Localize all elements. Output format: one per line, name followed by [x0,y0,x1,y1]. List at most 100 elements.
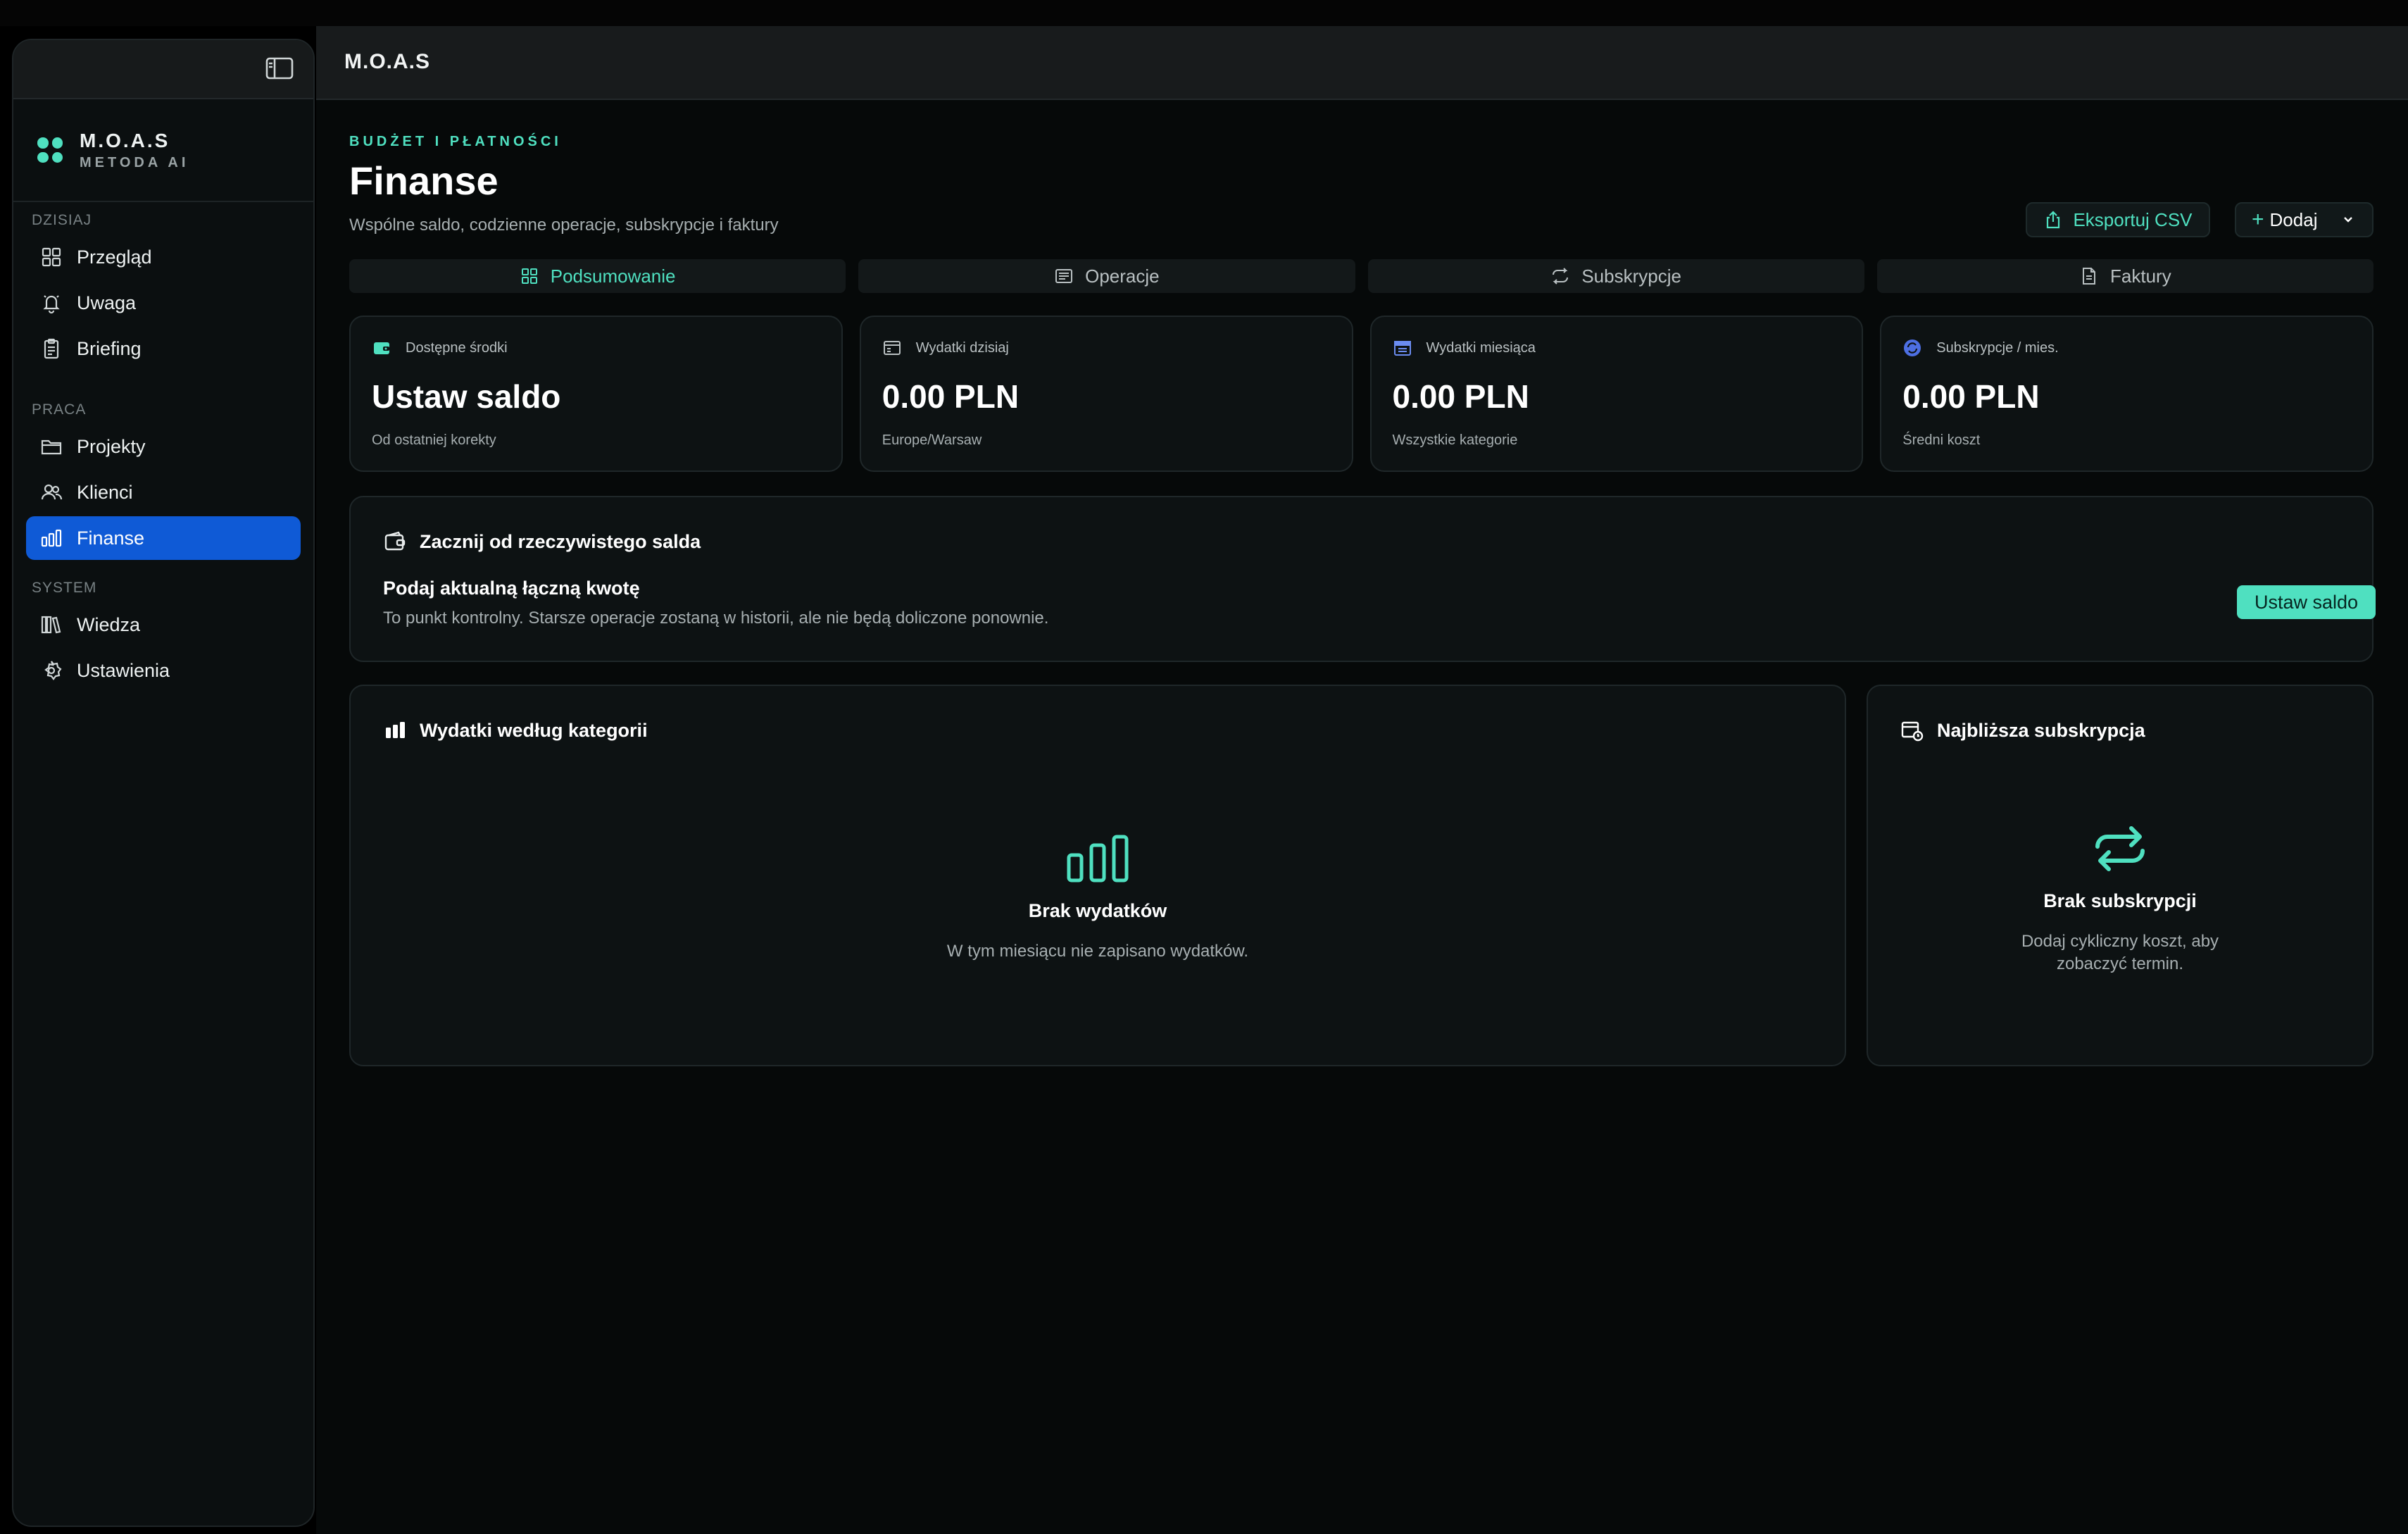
empty-title: Brak subskrypcji [2043,890,2197,911]
page-title: Finanse [349,158,498,203]
empty-text-line: zobaczyć termin. [2056,954,2184,973]
library-icon [41,616,61,634]
grid-icon [521,268,537,284]
empty-text-line: Dodaj cykliczny koszt, aby [2021,932,2219,951]
sidebar-item-finanse[interactable]: Finanse [26,516,301,560]
wallet-icon [374,342,389,354]
sidebar-toggle-button[interactable] [264,53,295,84]
bar-chart-icon [386,722,405,738]
sidebar-item-label: Projekty [77,435,146,457]
stat-label: Wydatki dzisiaj [915,339,1009,356]
stat-card-subscriptions[interactable]: Subskrypcje / mies. 0.00 PLN Średni kosz… [1880,316,2373,472]
page-subtitle: Wspólne saldo, codzienne operacje, subsk… [349,216,779,235]
panel-title: Najbliższa subskrypcja [1937,719,2145,741]
sidebar-item-ustawienia[interactable]: Ustawienia [26,649,301,692]
empty-text: W tym miesiącu nie zapisano wydatków. [946,942,1249,961]
plus-icon: + [2252,208,2264,231]
tab-subskrypcje[interactable]: Subskrypcje [1367,259,1864,293]
chevron-down-icon [2344,217,2353,223]
stat-value: 0.00 PLN [882,378,1020,415]
grid-icon [42,247,61,267]
stat-card-balance[interactable]: Dostępne środki Ustaw saldo Od ostatniej… [349,316,843,472]
sidebar-item-przeglad[interactable]: Przegląd [26,235,301,279]
users-icon [41,484,63,500]
callout-text: To punkt kontrolny. Starsze operacje zos… [383,609,1049,628]
sidebar-top-bar [13,40,313,99]
stat-label: Dostępne środki [406,339,508,356]
stats-row: Dostępne środki Ustaw saldo Od ostatniej… [349,316,2373,472]
add-button[interactable]: + Dodaj [2235,202,2373,237]
stat-caption: Europe/Warsaw [882,432,982,448]
sidebar-item-label: Wiedza [77,613,141,635]
sidebar-item-label: Klienci [77,481,133,503]
refresh-icon [1904,339,1921,356]
sidebar-item-label: Ustawienia [77,659,170,681]
set-balance-button[interactable]: Ustaw saldo [2237,585,2376,619]
tab-label: Subskrypcje [1581,265,1681,287]
export-icon [2047,211,2060,229]
app-title: M.O.A.S [344,50,431,73]
sidebar-item-label: Przegląd [77,246,152,268]
stat-card-month[interactable]: Wydatki miesiąca 0.00 PLN Wszystkie kate… [1369,316,1864,472]
tab-faktury[interactable]: Faktury [1876,259,2373,293]
calendar-clock-icon [1901,721,1924,742]
stat-caption: Średni koszt [1902,432,1981,448]
stat-card-today[interactable]: Wydatki dzisiaj 0.00 PLN Europe/Warsaw [859,316,1353,472]
panel-title: Wydatki według kategorii [420,719,648,741]
bar-chart-empty-icon [1067,835,1129,883]
brand-subtitle: METODA AI [80,154,189,170]
gear-icon [44,661,62,680]
sidebar-item-label: Finanse [77,527,145,549]
calendar-icon [1393,341,1411,356]
bell-icon [43,295,60,314]
add-label: Dodaj [2269,208,2318,230]
stat-label: Subskrypcje / mies. [1936,339,2059,356]
tab-label: Podsumowanie [550,265,676,287]
nav-section-label: PRACA [32,401,87,418]
stat-label: Wydatki miesiąca [1426,339,1536,356]
repeat-empty-icon [2095,826,2145,871]
tab-label: Faktury [2110,265,2171,287]
sidebar: M.O.A.S METODA AI DZISIAJ Przegląd Uwaga… [12,39,315,1527]
callout-title: Zacznij od rzeczywistego salda [420,530,701,552]
main-content: BUDŻET I PŁATNOŚCI Finanse Wspólne saldo… [316,100,2408,1534]
sidebar-item-projekty[interactable]: Projekty [26,425,301,468]
sidebar-item-label: Uwaga [77,292,137,313]
empty-state: Brak wydatków W tym miesiącu nie zapisan… [351,834,1845,963]
empty-state: Brak subskrypcji Dodaj cykliczny koszt, … [1868,824,2372,975]
brand-title: M.O.A.S [80,129,170,151]
balance-callout: Zacznij od rzeczywistego salda Podaj akt… [349,496,2376,662]
sidebar-item-klienci[interactable]: Klienci [26,470,301,514]
stat-value: 0.00 PLN [1392,378,1529,415]
app-header: M.O.A.S [316,26,2408,100]
window-top-strip [0,0,2408,26]
export-csv-button[interactable]: Eksportuj CSV [2026,202,2210,237]
tabs: Podsumowanie Operacje Subskrypcje Faktur… [349,259,2373,293]
nav-section-label: DZISIAJ [32,212,92,228]
add-dropdown-toggle[interactable] [2334,204,2362,236]
repeat-icon [1553,268,1569,285]
empty-text: Dodaj cykliczny koszt, aby zobaczyć termi… [1868,930,2372,975]
list-icon [1055,269,1073,283]
brand-logo-icon [37,137,63,163]
stat-value: Ustaw saldo [372,378,561,415]
sidebar-item-uwaga[interactable]: Uwaga [26,281,301,325]
spending-by-category-panel: Wydatki według kategorii Brak wydatków W… [349,685,1846,1066]
next-subscription-panel: Najbliższa subskrypcja Brak subskrypcji … [1867,685,2373,1066]
wallet-outline-icon [384,531,406,551]
receipt-icon [883,341,901,355]
sidebar-toggle-icon [265,57,294,80]
brand[interactable]: M.O.A.S METODA AI [13,99,313,202]
tab-operacje[interactable]: Operacje [858,259,1355,293]
sidebar-item-label: Briefing [77,337,142,359]
page-eyebrow: BUDŻET I PŁATNOŚCI [349,134,562,149]
tab-podsumowanie[interactable]: Podsumowanie [349,259,846,293]
export-csv-label: Eksportuj CSV [2073,208,2193,230]
sidebar-item-briefing[interactable]: Briefing [26,327,301,370]
sidebar-item-wiedza[interactable]: Wiedza [26,603,301,647]
empty-title: Brak wydatków [1028,900,1167,921]
nav-section-label: SYSTEM [32,580,97,596]
stat-caption: Wszystkie kategorie [1392,432,1518,448]
chart-icon [41,529,62,547]
folder-icon [41,439,62,455]
